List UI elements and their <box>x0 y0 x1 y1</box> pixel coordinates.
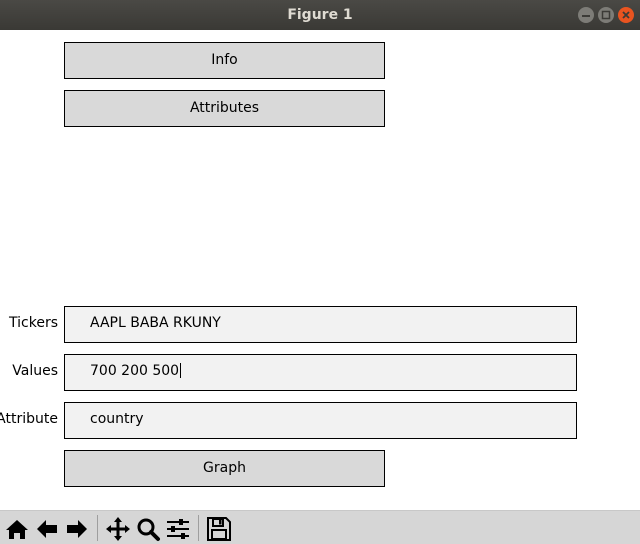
back-arrow-icon <box>37 520 57 538</box>
configure-subplots-button[interactable] <box>164 515 192 543</box>
home-icon <box>6 520 28 539</box>
values-label: Values <box>12 363 58 379</box>
values-input-wrapper: 700 200 500 <box>90 363 182 379</box>
values-input[interactable]: 700 200 500 <box>64 354 577 391</box>
text-cursor <box>180 363 182 378</box>
save-button[interactable] <box>205 515 233 543</box>
forward-arrow-icon <box>67 520 87 538</box>
close-button[interactable] <box>618 7 634 23</box>
close-icon <box>622 11 630 19</box>
tickers-label: Tickers <box>9 315 58 331</box>
save-icon <box>207 517 231 541</box>
figure-canvas: Info Attributes Tickers AAPL BABA RKUNY … <box>0 30 640 510</box>
window-title: Figure 1 <box>287 7 353 23</box>
window-titlebar: Figure 1 <box>0 0 640 30</box>
forward-button[interactable] <box>63 515 91 543</box>
graph-button-label: Graph <box>203 460 246 476</box>
configure-subplots-icon <box>167 519 189 539</box>
attribute-input-value: country <box>90 411 144 427</box>
maximize-icon <box>601 10 611 20</box>
attributes-button[interactable]: Attributes <box>64 90 385 127</box>
toolbar-separator <box>97 515 98 541</box>
pan-icon <box>106 517 130 541</box>
minimize-icon <box>582 15 590 17</box>
info-button-label: Info <box>211 52 238 68</box>
tickers-input[interactable]: AAPL BABA RKUNY <box>64 306 577 343</box>
minimize-button[interactable] <box>578 7 594 23</box>
zoom-icon <box>137 518 160 541</box>
pan-button[interactable] <box>104 515 132 543</box>
back-button[interactable] <box>33 515 61 543</box>
maximize-button[interactable] <box>598 7 614 23</box>
graph-button[interactable]: Graph <box>64 450 385 487</box>
home-button[interactable] <box>3 515 31 543</box>
values-input-value: 700 200 500 <box>90 363 180 379</box>
tickers-input-value: AAPL BABA RKUNY <box>90 315 221 331</box>
attribute-input[interactable]: country <box>64 402 577 439</box>
info-button[interactable]: Info <box>64 42 385 79</box>
zoom-button[interactable] <box>134 515 162 543</box>
attribute-label: Attribute <box>0 411 58 427</box>
attributes-button-label: Attributes <box>189 100 260 116</box>
toolbar-separator <box>198 515 199 541</box>
navigation-toolbar <box>0 510 640 544</box>
